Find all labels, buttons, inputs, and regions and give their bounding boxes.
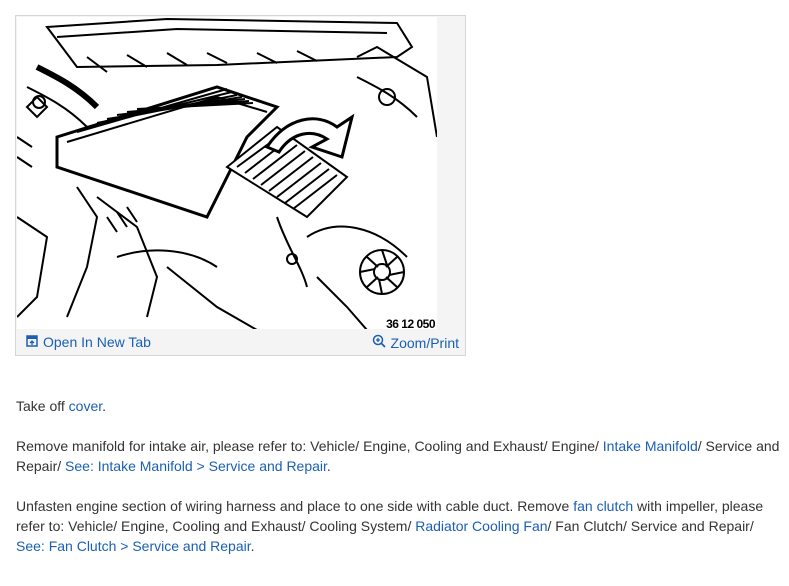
zoom-print-link[interactable]: Zoom/Print — [372, 334, 459, 351]
step-2-end: . — [326, 458, 331, 474]
see-fan-clutch-link[interactable]: See: Fan Clutch > Service and Repair — [16, 538, 251, 554]
step-3-end: . — [250, 538, 255, 554]
step-3-middle-2: / Fan Clutch/ Service and Repair/ — [547, 518, 754, 534]
intake-manifold-link[interactable]: Intake Manifold — [603, 438, 698, 454]
step-2-text: Remove manifold for intake air, please r… — [16, 438, 603, 454]
figure-action-bar: Open In New Tab Zoom/Print — [16, 329, 465, 355]
engine-line-drawing — [17, 17, 437, 330]
step-1-text: Take off — [16, 398, 69, 414]
zoom-print-label: Zoom/Print — [390, 334, 459, 351]
step-paragraph-2: Remove manifold for intake air, please r… — [16, 436, 781, 476]
engine-illustration[interactable] — [17, 17, 437, 330]
fan-clutch-link[interactable]: fan clutch — [573, 498, 633, 514]
step-3-text: Unfasten engine section of wiring harnes… — [16, 498, 574, 514]
radiator-cooling-fan-link[interactable]: Radiator Cooling Fan — [415, 518, 547, 534]
step-1-end: . — [102, 398, 107, 414]
figure-container: 36 12 050 Open In New Tab Zoom/Print — [15, 15, 466, 356]
step-paragraph-3: Unfasten engine section of wiring harnes… — [16, 496, 781, 556]
open-new-tab-icon — [26, 334, 38, 350]
cover-link[interactable]: cover — [69, 398, 102, 414]
see-intake-manifold-link[interactable]: See: Intake Manifold > Service and Repai… — [65, 458, 327, 474]
step-paragraph-1: Take off cover. — [16, 396, 781, 416]
zoom-in-icon — [372, 334, 386, 351]
open-in-new-tab-label: Open In New Tab — [43, 334, 151, 350]
open-in-new-tab-link[interactable]: Open In New Tab — [26, 334, 151, 350]
